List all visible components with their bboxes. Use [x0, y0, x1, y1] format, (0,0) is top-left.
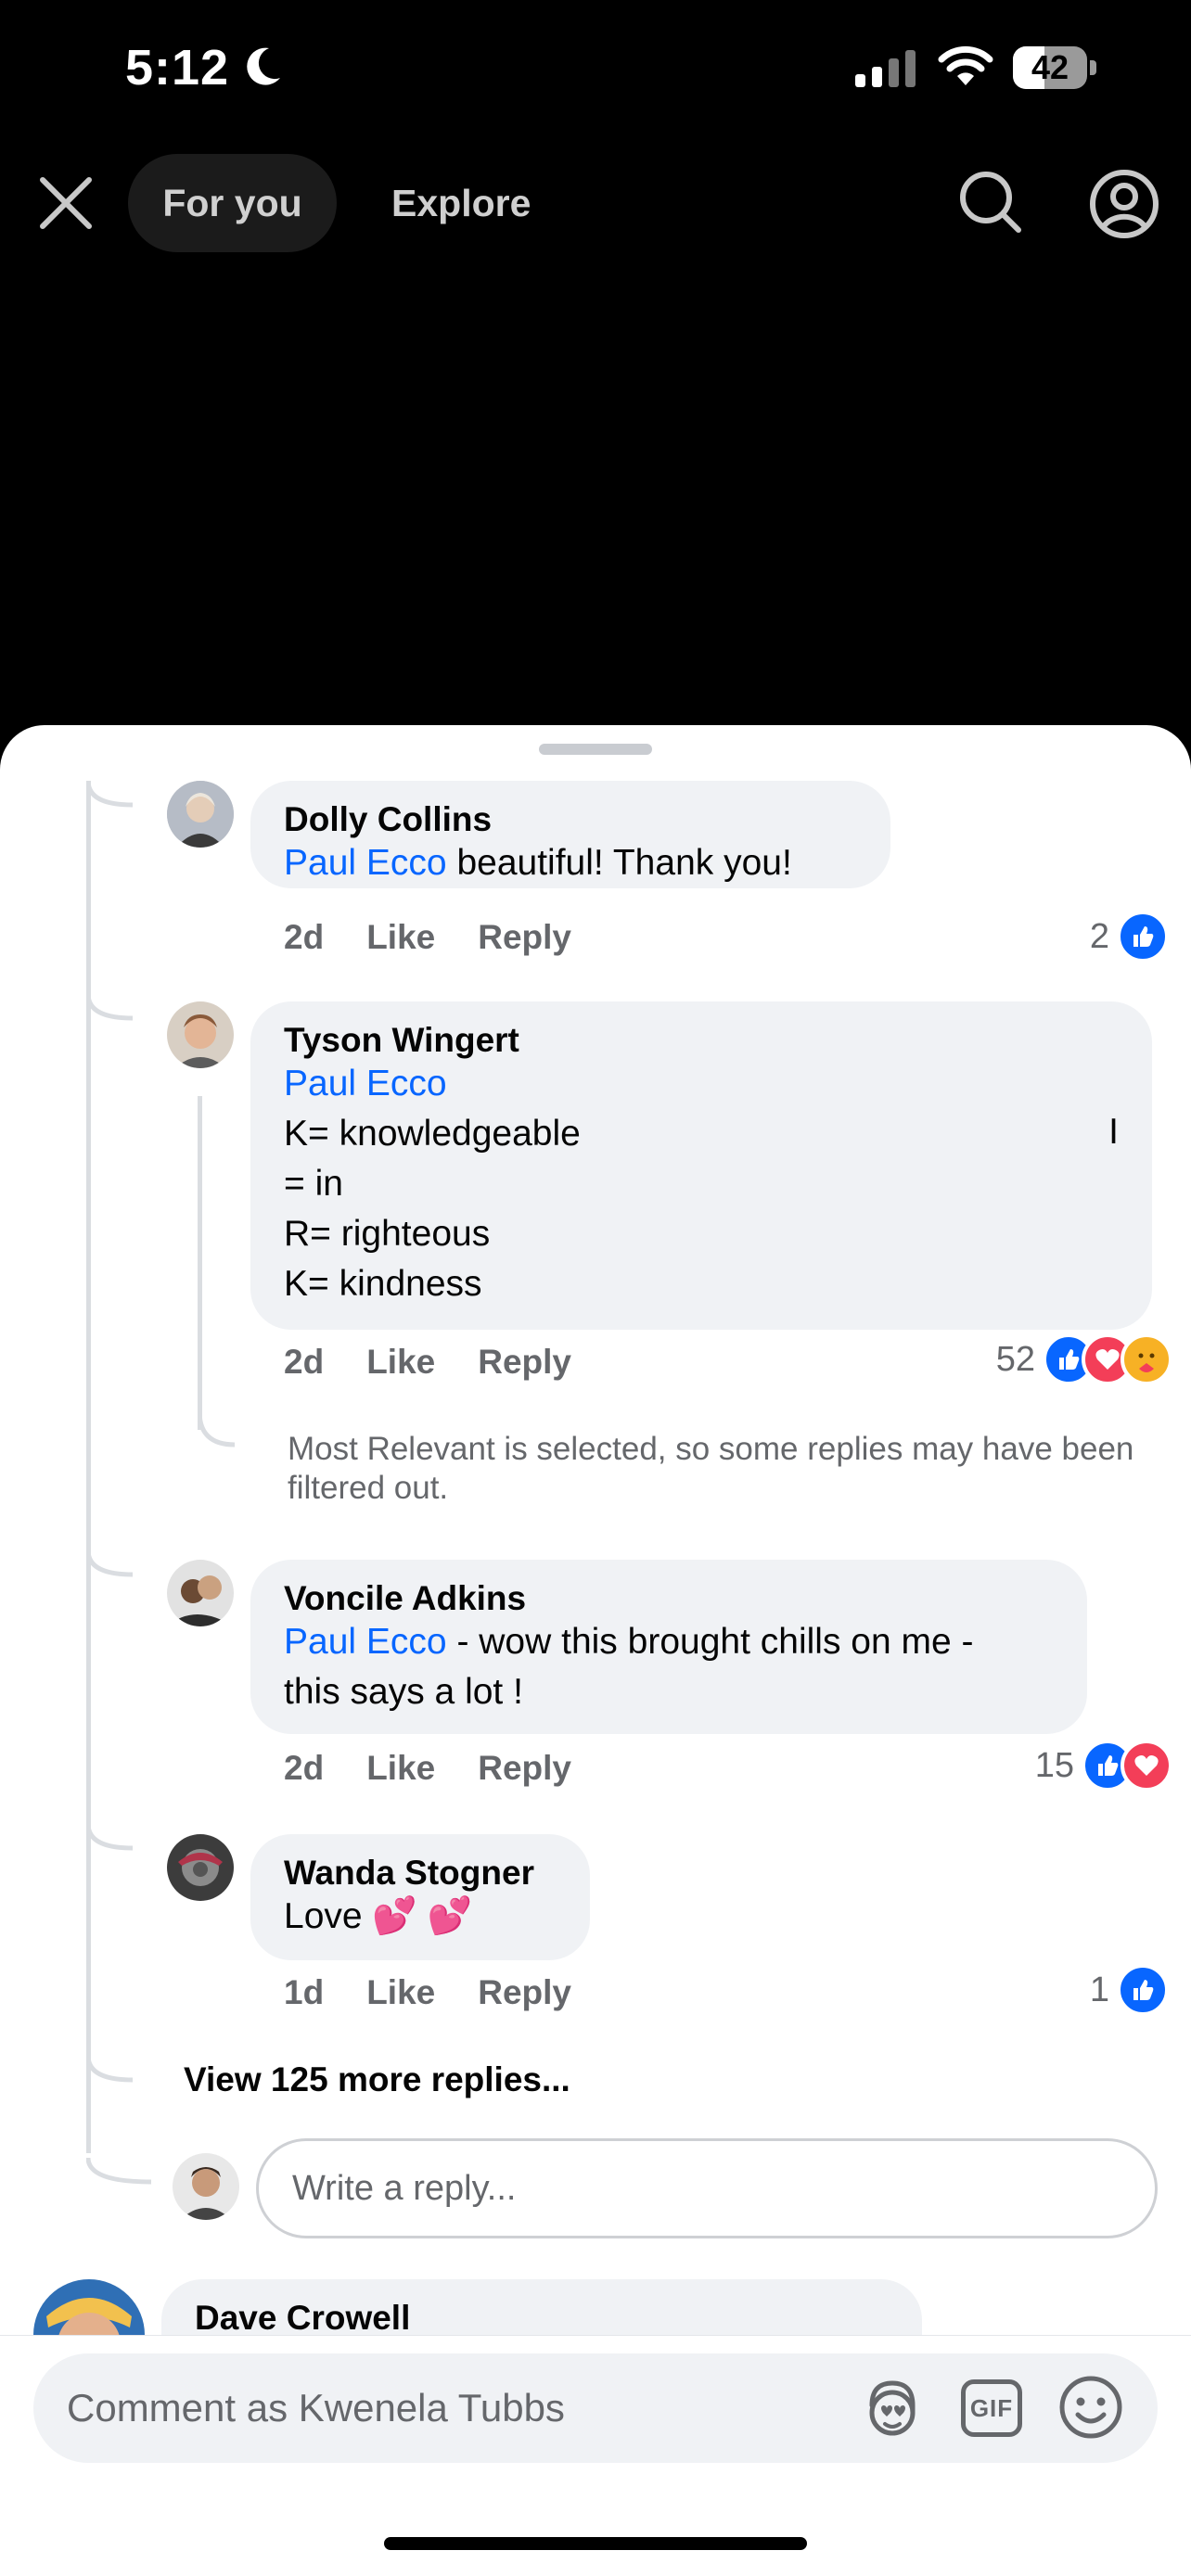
sheet-grabber[interactable] [539, 744, 652, 755]
thread-connector [86, 781, 134, 808]
comment-actions: 1d Like Reply [284, 1973, 614, 2012]
reply-button[interactable]: Reply [478, 918, 571, 957]
thread-connector [86, 994, 134, 1021]
reaction-summary[interactable]: 15 [1035, 1740, 1172, 1792]
reaction-count: 1 [1089, 1970, 1109, 2009]
reaction-summary[interactable]: 52 [996, 1333, 1172, 1385]
tab-for-you[interactable]: For you [128, 154, 337, 252]
comment-stray-char: I [1108, 1112, 1119, 1152]
reaction-count: 15 [1034, 1745, 1074, 1785]
view-more-replies[interactable]: View 125 more replies... [184, 2060, 570, 2099]
mention-link[interactable]: Paul Ecco [284, 1059, 1119, 1109]
thread-connector [198, 1411, 236, 1447]
comment-author[interactable]: Tyson Wingert [284, 1018, 1119, 1063]
avatar[interactable] [167, 1834, 234, 1901]
mention-link[interactable]: Paul Ecco [284, 1622, 447, 1662]
home-indicator [384, 2537, 807, 2550]
comment-text-line: = in [284, 1164, 343, 1204]
thread-connector [86, 2158, 152, 2185]
close-icon[interactable] [37, 174, 95, 232]
status-time: 5:12 [125, 40, 230, 96]
thread-connector [86, 2056, 134, 2083]
love-reaction-icon [1121, 1740, 1172, 1792]
like-button[interactable]: Like [366, 1343, 435, 1382]
thread-connector [86, 1550, 134, 1577]
comment-bubble[interactable]: Tyson Wingert Paul Ecco K= knowledgeable… [250, 1001, 1152, 1330]
comment-text-line: K= knowledgeable [284, 1114, 581, 1154]
comments-sheet[interactable]: Dolly Collins Paul Ecco beautiful! Thank… [0, 725, 1191, 2576]
comment-time: 1d [284, 1973, 325, 2011]
comment-text: Love 💕 💕 [284, 1896, 473, 1936]
thread-line [86, 781, 91, 2153]
filter-note: Most Relevant is selected, so some repli… [288, 1431, 1134, 1506]
reaction-summary[interactable]: 1 [1090, 1964, 1169, 2016]
avatar[interactable] [167, 1001, 234, 1068]
care-reaction-icon [1121, 1333, 1172, 1385]
comment-bubble[interactable]: Wanda Stogner Love 💕 💕 [250, 1834, 590, 1960]
comment-author[interactable]: Voncile Adkins [284, 1576, 1054, 1621]
reaction-count: 2 [1089, 916, 1109, 956]
comment-actions: 2d Like Reply [284, 1749, 614, 1788]
comment-time: 2d [284, 1343, 325, 1381]
comment-bubble[interactable]: Dolly Collins Paul Ecco beautiful! Thank… [250, 781, 890, 888]
gif-button[interactable]: GIF [961, 2379, 1022, 2437]
tab-explore[interactable]: Explore [371, 154, 551, 252]
emoji-icon[interactable] [1057, 2374, 1124, 2441]
reaction-summary[interactable]: 2 [1090, 911, 1169, 963]
reply-input[interactable]: Write a reply... [256, 2138, 1158, 2238]
like-button[interactable]: Like [366, 918, 435, 957]
gif-label: GIF [969, 2393, 1014, 2422]
comment-actions: 2d Like Reply [284, 1343, 614, 1382]
profile-icon[interactable] [1089, 169, 1159, 239]
like-reaction-icon [1117, 1964, 1169, 2016]
reaction-count: 52 [995, 1339, 1035, 1379]
reply-button[interactable]: Reply [478, 1343, 571, 1382]
comment-author[interactable]: Wanda Stogner [284, 1851, 557, 1895]
like-button[interactable]: Like [366, 1749, 435, 1788]
reply-button[interactable]: Reply [478, 1749, 571, 1788]
nested-thread-line [198, 1096, 202, 1430]
comment-text: Paul Ecco beautiful! Thank you! [284, 843, 792, 883]
comment-time: 2d [284, 1749, 325, 1787]
battery-percent: 42 [1031, 48, 1069, 86]
like-reaction-icon [1117, 911, 1169, 963]
comment-text-line: R= righteous [284, 1214, 491, 1254]
avatar[interactable] [167, 781, 234, 848]
comment-text-line: K= kindness [284, 1264, 482, 1304]
comment-text-line: this says a lot ! [284, 1672, 523, 1712]
mention-link[interactable]: Paul Ecco [284, 843, 447, 883]
comment-actions: 2d Like Reply [284, 918, 614, 957]
avatar-sticker-icon[interactable] [859, 2376, 926, 2442]
composer-placeholder: Comment as Kwenela Tubbs [67, 2386, 565, 2429]
thread-connector [86, 1824, 134, 1851]
wifi-icon [938, 45, 993, 85]
cellular-signal-icon [855, 50, 916, 87]
like-button[interactable]: Like [366, 1973, 435, 2012]
comment-bubble[interactable]: Voncile Adkins Paul Ecco - wow this brou… [250, 1560, 1087, 1734]
current-user-avatar [173, 2153, 239, 2220]
comment-author[interactable]: Dave Crowell [195, 2296, 889, 2340]
comment-author[interactable]: Dolly Collins [284, 797, 857, 842]
comment-text: Paul Ecco - wow this brought chills on m… [284, 1622, 974, 1662]
comment-time: 2d [284, 918, 325, 956]
moon-icon [247, 47, 280, 85]
search-icon[interactable] [957, 169, 1024, 236]
battery-indicator: 42 [1013, 46, 1098, 91]
avatar[interactable] [167, 1560, 234, 1626]
reply-button[interactable]: Reply [478, 1973, 571, 2012]
